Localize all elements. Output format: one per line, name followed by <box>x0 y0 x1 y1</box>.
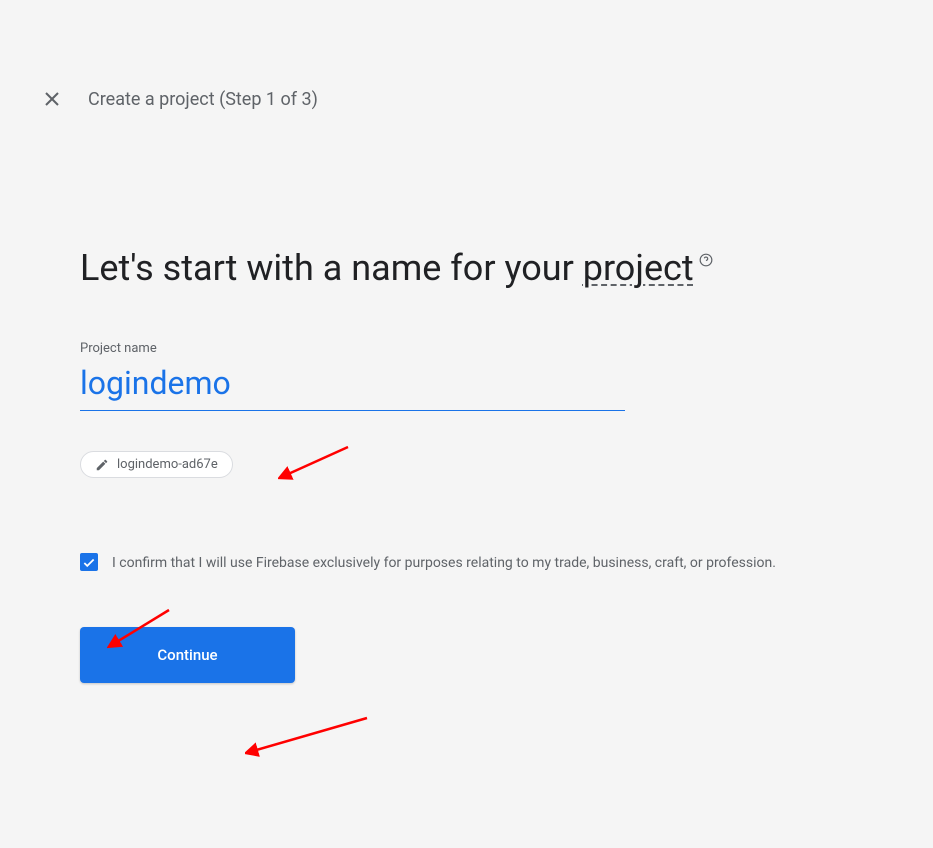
close-icon[interactable] <box>40 87 64 111</box>
heading-prefix: Let's start with a name for your <box>80 247 583 289</box>
project-id-chip[interactable]: logindemo-ad67e <box>80 451 233 478</box>
help-icon[interactable] <box>696 255 713 271</box>
confirmation-row: I confirm that I will use Firebase exclu… <box>80 552 780 574</box>
project-name-label: Project name <box>80 341 625 356</box>
confirmation-checkbox[interactable] <box>80 553 98 571</box>
content: Let's start with a name for your project… <box>0 243 933 683</box>
page-heading: Let's start with a name for your project <box>80 243 853 293</box>
header-title: Create a project (Step 1 of 3) <box>88 89 318 110</box>
project-name-group: Project name <box>80 341 625 411</box>
confirmation-text: I confirm that I will use Firebase exclu… <box>112 552 776 574</box>
annotation-arrow <box>245 713 375 758</box>
project-id-text: logindemo-ad67e <box>117 457 218 472</box>
project-word[interactable]: project <box>583 247 694 289</box>
project-name-input[interactable] <box>80 360 625 411</box>
pencil-icon <box>95 458 109 472</box>
continue-button[interactable]: Continue <box>80 627 295 683</box>
checkmark-icon <box>82 555 96 569</box>
header: Create a project (Step 1 of 3) <box>0 75 933 123</box>
